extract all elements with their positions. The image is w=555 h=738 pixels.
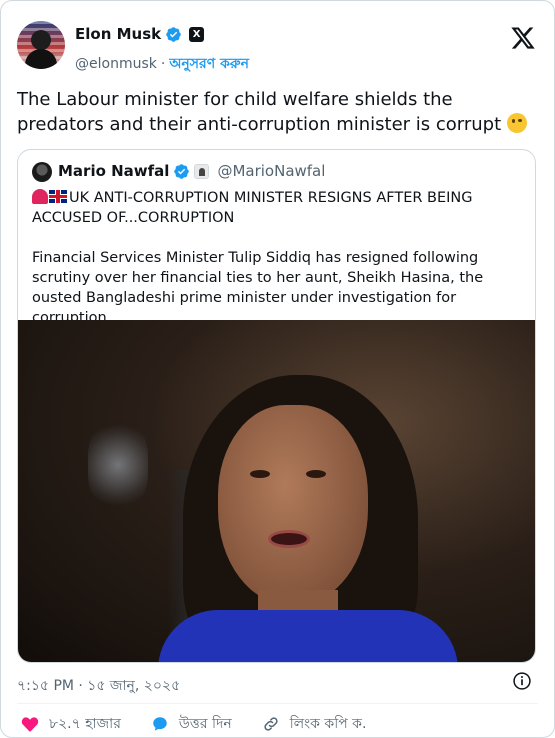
link-icon <box>264 717 278 731</box>
tweet-text-content: The Labour minister for child welfare sh… <box>17 89 502 135</box>
tweet-text: The Labour minister for child welfare sh… <box>17 87 542 137</box>
like-button[interactable]: ৮২.৭ হাজার <box>21 712 121 736</box>
reply-button[interactable]: উত্তর দিন <box>151 712 232 736</box>
affiliation-badge-icon: X <box>189 26 205 42</box>
quoted-photo[interactable] <box>18 320 535 662</box>
copy-link-button[interactable]: লিংক কপি ক. <box>262 712 367 736</box>
footer-divider <box>17 703 538 704</box>
uk-flag-emoji-icon <box>49 190 67 203</box>
author-avatar[interactable] <box>17 21 65 69</box>
quoted-body: Financial Services Minister Tulip Siddiq… <box>32 250 484 326</box>
author-handle[interactable]: @elonmusk <box>75 56 157 72</box>
follow-button[interactable]: অনুসরণ করুন <box>169 52 249 76</box>
siren-emoji-icon <box>32 189 48 204</box>
quoted-author-row: Mario Nawfal @MarioNawfal <box>58 162 325 180</box>
quoted-headline: UK ANTI-CORRUPTION MINISTER RESIGNS AFTE… <box>32 188 527 228</box>
quoted-affiliation-badge-icon <box>194 163 210 179</box>
quoted-author-handle: @MarioNawfal <box>217 162 326 180</box>
quoted-author-name: Mario Nawfal <box>58 162 170 180</box>
quoted-verified-badge-icon <box>174 163 190 179</box>
x-logo-icon[interactable] <box>510 25 536 51</box>
verified-badge-icon <box>166 26 181 42</box>
tweet-timestamp[interactable]: ৭:১৫ PM · ১৫ জানু, ২০২৫ <box>17 674 180 698</box>
reply-label: উত্তর দিন <box>178 716 232 732</box>
author-display-name[interactable]: Elon Musk <box>75 25 161 43</box>
raised-eyebrow-emoji-icon <box>506 113 527 133</box>
tweet-card: Elon Musk X @elonmusk · অনুসরণ করুন The … <box>0 0 555 738</box>
author-handle-row: @elonmusk · অনুসরণ করুন <box>75 52 249 76</box>
action-bar: ৮২.৭ হাজার উত্তর দিন লিংক কপি ক. <box>21 712 366 736</box>
info-icon[interactable] <box>512 671 532 691</box>
separator-dot: · <box>160 56 166 72</box>
quoted-tweet[interactable]: Mario Nawfal @MarioNawfal UK ANTI-CORRUP… <box>17 149 536 663</box>
quoted-author-avatar <box>32 162 52 182</box>
like-count: ৮২.৭ হাজার <box>49 716 121 732</box>
author-name-row: Elon Musk X <box>75 25 205 43</box>
heart-icon <box>21 717 39 732</box>
quoted-headline-text: UK ANTI-CORRUPTION MINISTER RESIGNS AFTE… <box>32 190 473 226</box>
copy-link-label: লিংক কপি ক. <box>289 716 367 732</box>
reply-bubble-icon <box>153 717 167 731</box>
